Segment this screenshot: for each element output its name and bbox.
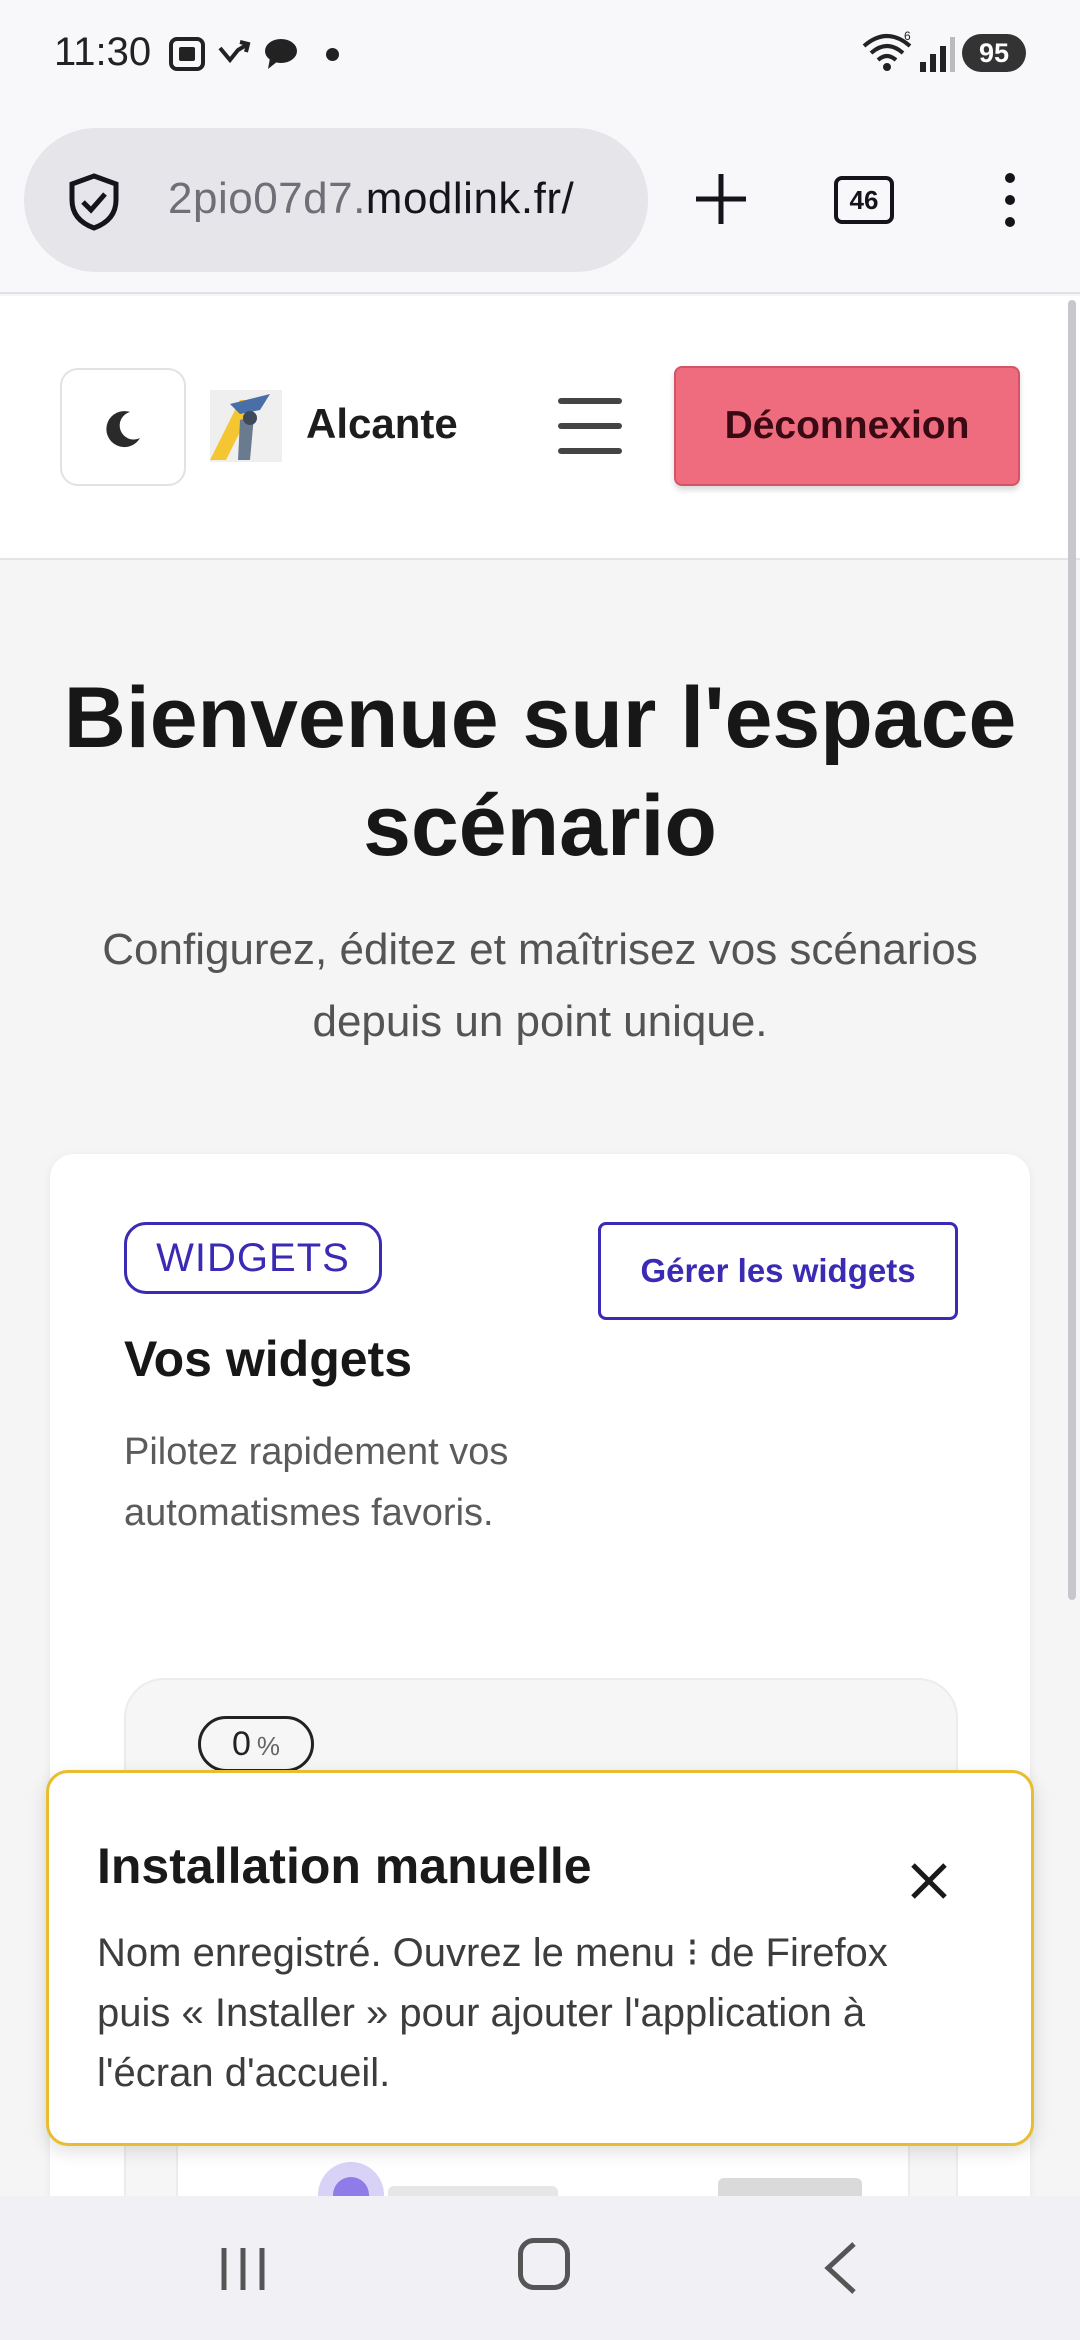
percent-value: 0 [231, 1725, 251, 1763]
browser-toolbar: 2pio07d7.modlink.fr/ 46 [0, 108, 1080, 294]
moon-icon [106, 411, 140, 448]
brand-name[interactable]: Alcante [306, 400, 458, 448]
back-icon[interactable] [820, 2240, 860, 2296]
status-time: 11:30 [54, 30, 152, 74]
recents-icon[interactable] [218, 2244, 268, 2294]
notification-dot-icon [326, 48, 339, 61]
svg-text:6: 6 [904, 30, 911, 43]
page-subtitle: Configurez, éditez et maîtrisez vos scén… [102, 925, 978, 1046]
toast-message: Nom enregistré. Ouvrez le menu ⁝ de Fire… [97, 1931, 888, 2095]
url-text[interactable]: 2pio07d7.modlink.fr/ [168, 174, 574, 224]
toast-title: Installation manuelle [97, 1838, 592, 1894]
logo-icon[interactable] [210, 390, 282, 462]
widget-value-placeholder [718, 2178, 862, 2196]
install-toast: Installation manuelle Nom enregistré. Ou… [46, 1770, 1034, 2146]
page-scrollbar[interactable] [1068, 300, 1076, 1600]
wifi-icon: 6 [862, 30, 912, 71]
url-subdomain: 2pio07d7. [168, 174, 366, 223]
home-icon[interactable] [518, 2238, 570, 2290]
screenshot-icon [169, 37, 205, 71]
widgets-badge: WIDGETS [124, 1222, 382, 1294]
url-bar[interactable]: 2pio07d7.modlink.fr/ [24, 128, 648, 272]
url-domain: modlink.fr/ [365, 174, 575, 223]
shield-icon[interactable] [66, 172, 122, 232]
page-title: Bienvenue sur l'espace scénario [63, 670, 1017, 874]
chat-bubble-icon [265, 39, 297, 69]
site-header: Alcante Déconnexion [0, 296, 1080, 560]
slider-track [388, 2186, 558, 2196]
signal-icon [920, 37, 955, 72]
slider-knob[interactable] [318, 2162, 384, 2196]
percent-badge: 0% [198, 1716, 314, 1772]
hamburger-icon[interactable] [558, 398, 622, 454]
battery-indicator: 95 [962, 34, 1026, 72]
card-description: Pilotez rapidement vos automatismes favo… [124, 1431, 509, 1534]
navigation-bar [0, 2196, 1080, 2340]
logout-button[interactable]: Déconnexion [674, 366, 1020, 486]
theme-toggle-button[interactable] [60, 368, 186, 486]
manage-widgets-button[interactable]: Gérer les widgets [598, 1222, 958, 1320]
card-title: Vos widgets [124, 1331, 413, 1387]
status-bar: 11:30 6 95 [0, 0, 1080, 108]
percent-unit: % [256, 1731, 281, 1761]
plus-icon[interactable] [690, 168, 752, 230]
missed-call-icon [218, 40, 251, 64]
close-icon[interactable] [893, 1845, 965, 1917]
tab-counter-icon[interactable]: 46 [834, 176, 894, 224]
more-vertical-icon[interactable] [1000, 170, 1020, 230]
url-fade [578, 128, 648, 272]
